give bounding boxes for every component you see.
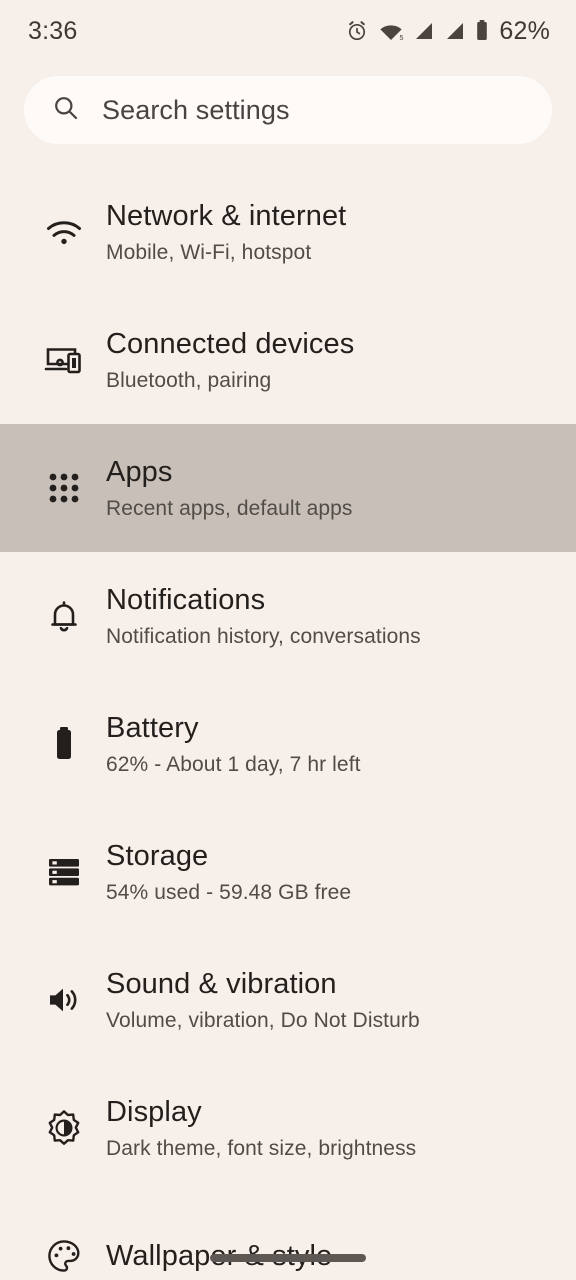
devices-icon xyxy=(38,343,90,377)
storage-icon xyxy=(38,855,90,889)
status-bar: 3:36 5 62% xyxy=(0,0,576,62)
settings-row-title: Network & internet xyxy=(106,199,347,232)
settings-row-subtitle: Dark theme, font size, brightness xyxy=(106,1137,417,1161)
apps-grid-icon xyxy=(38,472,90,504)
search-bar-container: Search settings xyxy=(0,62,576,144)
search-input[interactable]: Search settings xyxy=(24,76,552,144)
signal-icon xyxy=(444,20,466,42)
svg-text:5: 5 xyxy=(400,35,404,42)
settings-row-subtitle: Volume, vibration, Do Not Disturb xyxy=(106,1009,420,1033)
home-gesture-pill[interactable] xyxy=(210,1254,366,1262)
battery-icon xyxy=(38,725,90,763)
settings-row-text: Storage 54% used - 59.48 GB free xyxy=(106,839,351,906)
search-placeholder-text: Search settings xyxy=(102,94,290,125)
settings-row-apps[interactable]: Apps Recent apps, default apps xyxy=(0,424,576,552)
settings-row-battery[interactable]: Battery 62% - About 1 day, 7 hr left xyxy=(0,680,576,808)
settings-row-wallpaper-style[interactable]: Wallpaper & style xyxy=(0,1192,576,1280)
settings-row-text: Display Dark theme, font size, brightnes… xyxy=(106,1095,416,1162)
speaker-icon xyxy=(38,983,90,1017)
settings-list: Network & internet Mobile, Wi-Fi, hotspo… xyxy=(0,168,576,1280)
settings-row-display[interactable]: Display Dark theme, font size, brightnes… xyxy=(0,1064,576,1192)
status-clock: 3:36 xyxy=(28,16,78,45)
settings-row-text: Apps Recent apps, default apps xyxy=(106,455,353,522)
settings-row-network-internet[interactable]: Network & internet Mobile, Wi-Fi, hotspo… xyxy=(0,168,576,296)
battery-percent-label: 62% xyxy=(499,16,550,45)
settings-row-subtitle: Recent apps, default apps xyxy=(106,497,353,521)
settings-row-title: Display xyxy=(106,1095,202,1128)
settings-row-title: Storage xyxy=(106,839,209,872)
settings-row-text: Sound & vibration Volume, vibration, Do … xyxy=(106,967,420,1034)
settings-row-title: Sound & vibration xyxy=(106,967,337,1000)
settings-row-title: Apps xyxy=(106,455,173,488)
settings-row-notifications[interactable]: Notifications Notification history, conv… xyxy=(0,552,576,680)
settings-row-text: Connected devices Bluetooth, pairing xyxy=(106,327,354,394)
settings-row-subtitle: Bluetooth, pairing xyxy=(106,369,272,393)
palette-icon xyxy=(38,1238,90,1274)
battery-icon xyxy=(475,19,489,43)
settings-row-text: Notifications Notification history, conv… xyxy=(106,583,421,650)
settings-row-subtitle: Mobile, Wi-Fi, hotspot xyxy=(106,241,312,265)
alarm-icon xyxy=(345,19,369,43)
settings-row-text: Network & internet Mobile, Wi-Fi, hotspo… xyxy=(106,199,346,266)
settings-row-title: Battery xyxy=(106,711,199,744)
settings-row-connected-devices[interactable]: Connected devices Bluetooth, pairing xyxy=(0,296,576,424)
settings-row-subtitle: Notification history, conversations xyxy=(106,625,421,649)
wifi-icon: 5 xyxy=(378,20,404,42)
settings-row-sound-vibration[interactable]: Sound & vibration Volume, vibration, Do … xyxy=(0,936,576,1064)
settings-row-subtitle: 62% - About 1 day, 7 hr left xyxy=(106,753,361,777)
settings-row-title: Connected devices xyxy=(106,327,355,360)
wifi-icon xyxy=(38,217,90,247)
settings-row-storage[interactable]: Storage 54% used - 59.48 GB free xyxy=(0,808,576,936)
signal-icon xyxy=(413,20,435,42)
brightness-icon xyxy=(38,1109,90,1147)
bell-icon xyxy=(38,598,90,634)
search-icon xyxy=(52,94,80,127)
settings-row-subtitle: 54% used - 59.48 GB free xyxy=(106,881,352,905)
settings-row-title: Notifications xyxy=(106,583,266,616)
status-icon-group: 5 62% xyxy=(345,17,550,46)
settings-row-text: Battery 62% - About 1 day, 7 hr left xyxy=(106,711,361,778)
